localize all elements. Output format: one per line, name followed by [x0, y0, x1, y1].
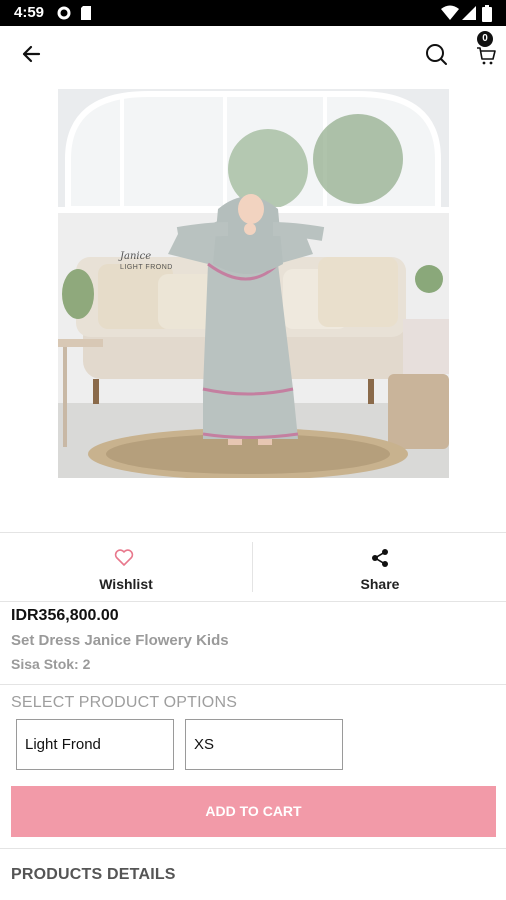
divider: [0, 601, 506, 602]
back-button[interactable]: [15, 40, 47, 72]
product-price: IDR356,800.00: [11, 607, 119, 624]
status-time: 4:59: [14, 4, 45, 21]
divider: [0, 532, 506, 533]
sim-card-icon: [80, 5, 92, 26]
wifi-icon: [441, 5, 459, 26]
cart-button[interactable]: [472, 44, 500, 72]
image-caption-color: LIGHT FROND: [120, 264, 173, 271]
action-separator: [252, 542, 253, 592]
cart-icon: [476, 46, 496, 71]
share-button[interactable]: Share: [254, 534, 506, 600]
search-icon: [424, 42, 448, 71]
cart-count-badge: 0: [477, 31, 493, 47]
status-bar: 4:59: [0, 0, 506, 26]
gear-icon: [56, 5, 72, 26]
battery-icon: [482, 5, 492, 27]
product-stock: Sisa Stok: 2: [11, 656, 91, 672]
size-option-select[interactable]: XS: [185, 719, 343, 770]
heart-icon: [114, 549, 134, 572]
divider: [0, 848, 506, 849]
product-photo-scene: [58, 89, 449, 478]
signal-icon: [462, 5, 476, 26]
wishlist-label: Wishlist: [99, 576, 153, 592]
color-option-select[interactable]: Light Frond: [16, 719, 174, 770]
divider: [0, 684, 506, 685]
wishlist-button[interactable]: Wishlist: [0, 534, 252, 600]
add-to-cart-button[interactable]: ADD TO CART: [11, 786, 496, 837]
arrow-left-icon: [21, 44, 41, 69]
share-icon: [371, 548, 389, 573]
app-bar: [0, 26, 506, 88]
image-caption-brand: Janice: [120, 251, 152, 262]
products-details-heading[interactable]: PRODUCTS DETAILS: [11, 866, 176, 884]
product-name: Set Dress Janice Flowery Kids: [11, 632, 229, 649]
search-button[interactable]: [420, 40, 452, 72]
options-title: SELECT PRODUCT OPTIONS: [11, 694, 238, 711]
share-label: Share: [360, 576, 400, 592]
product-image[interactable]: Janice LIGHT FROND: [58, 89, 449, 478]
